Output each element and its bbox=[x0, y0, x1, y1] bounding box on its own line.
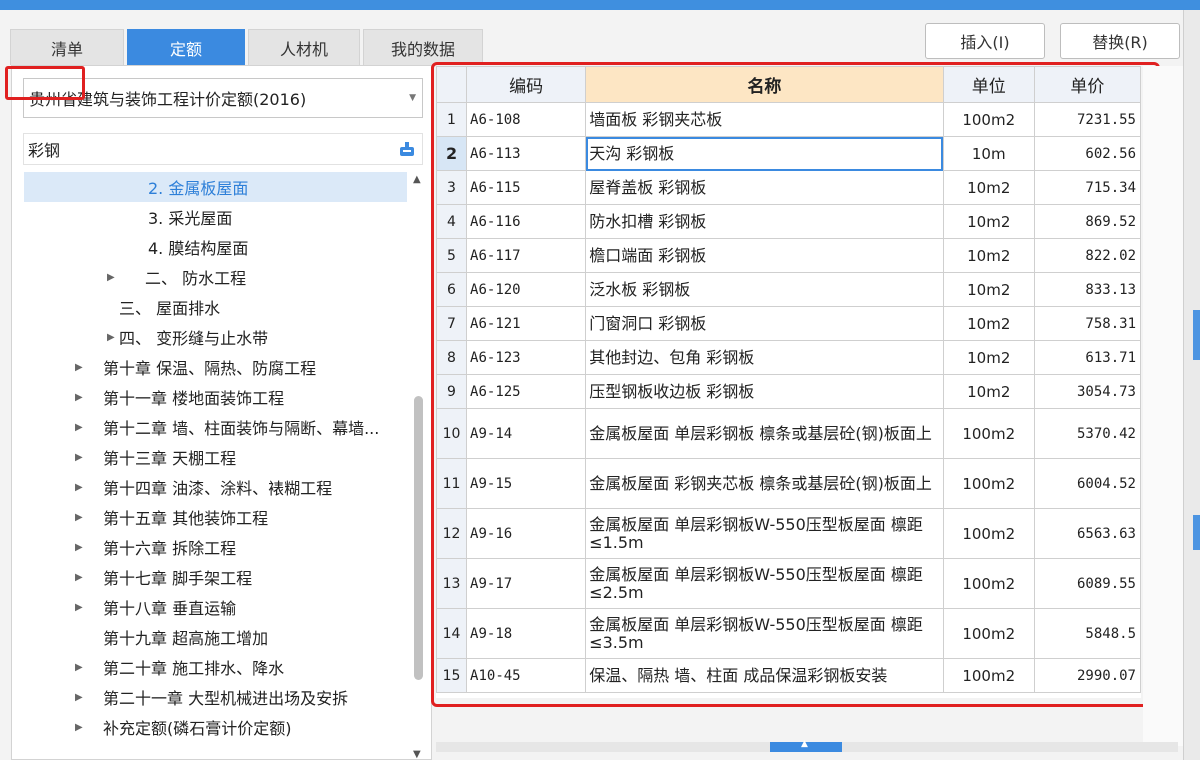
expand-arrow-icon[interactable]: ▶ bbox=[75, 482, 83, 493]
scroll-down-icon[interactable]: ▼ bbox=[413, 749, 421, 760]
expand-arrow-icon[interactable]: ▶ bbox=[107, 272, 115, 283]
right-edge-panel bbox=[1183, 10, 1200, 760]
tree-item-label: 第十八章 垂直运输 bbox=[103, 599, 237, 618]
tab-labor-material-machine[interactable]: 人材机 bbox=[248, 29, 360, 65]
tree-item[interactable]: 4. 膜结构屋面 bbox=[24, 232, 407, 262]
expand-arrow-icon[interactable]: ▶ bbox=[75, 452, 83, 463]
tree-item-label: 第十二章 墙、柱面装饰与隔断、幕墙... bbox=[103, 419, 380, 438]
tree-item-label: 第十五章 其他装饰工程 bbox=[103, 509, 269, 528]
search-input-value: 彩钢 bbox=[28, 141, 61, 160]
tree-item[interactable]: ▶ 四、 变形缝与止水带 bbox=[24, 322, 407, 352]
chevron-down-icon: ▼ bbox=[409, 93, 416, 103]
expand-arrow-icon[interactable]: ▶ bbox=[75, 512, 83, 523]
tree-item[interactable]: ▶ 第十一章 楼地面装饰工程 bbox=[24, 382, 407, 412]
expand-arrow-icon[interactable]: ▶ bbox=[75, 572, 83, 583]
expand-arrow-icon[interactable]: ▶ bbox=[75, 602, 83, 613]
tree-item[interactable]: ▶ 第十四章 油漆、涂料、裱糊工程 bbox=[24, 472, 407, 502]
expand-arrow-icon[interactable]: ▶ bbox=[75, 422, 83, 433]
tree-item-label: 二、 防水工程 bbox=[145, 269, 247, 288]
tab-bill[interactable]: 清单 bbox=[10, 29, 124, 65]
table-highlight-box bbox=[431, 62, 1160, 707]
chapter-tree: 2. 金属板屋面 3. 采光屋面 4. 膜结构屋面 ▶ 二、 防水工程三、 屋面排水 ▶ 四… bbox=[12, 172, 407, 752]
scroll-up-icon[interactable]: ▲ bbox=[413, 174, 421, 185]
expand-arrow-icon[interactable]: ▶ bbox=[75, 362, 83, 373]
tree-item[interactable]: ▶ 第十三章 天棚工程 bbox=[24, 442, 407, 472]
tree-item[interactable]: 第十九章 超高施工增加 bbox=[24, 622, 407, 652]
tree-item-label: 第十四章 油漆、涂料、裱糊工程 bbox=[103, 479, 333, 498]
tree-item[interactable]: ▶ 二、 防水工程 bbox=[24, 262, 407, 292]
tree-item[interactable]: ▶ 第十八章 垂直运输 bbox=[24, 592, 407, 622]
tree-item-label: 第十六章 拆除工程 bbox=[103, 539, 237, 558]
tree-item[interactable]: 3. 采光屋面 bbox=[24, 202, 407, 232]
tab-label: 定额 bbox=[169, 39, 202, 59]
tree-item-label: 4. 膜结构屋面 bbox=[148, 239, 249, 258]
panel-blank-area bbox=[1143, 66, 1183, 746]
tree-item-label: 第十七章 脚手架工程 bbox=[103, 569, 253, 588]
expand-arrow-icon[interactable]: ▶ bbox=[75, 392, 83, 403]
quota-library-panel: 贵州省建筑与装饰工程计价定额(2016) ▼ 彩钢 2. 金属板屋面 3. 采光屋… bbox=[11, 65, 432, 760]
search-highlight-box bbox=[5, 66, 85, 100]
edge-accent-mark bbox=[1193, 310, 1200, 360]
chevron-up-icon: ▲ bbox=[801, 739, 808, 749]
tab-label: 我的数据 bbox=[390, 39, 455, 59]
tree-item-label: 三、 屋面排水 bbox=[119, 299, 221, 318]
tab-quota[interactable]: 定额 bbox=[127, 29, 245, 65]
tree-item[interactable]: 三、 屋面排水 bbox=[24, 292, 407, 322]
tree-item-label: 3. 采光屋面 bbox=[148, 209, 233, 228]
tree-item-label: 补充定额(磷石膏计价定额) bbox=[103, 719, 292, 738]
tree-item-label: 第十章 保温、隔热、防腐工程 bbox=[103, 359, 317, 378]
library-tabs: 清单 定额 人材机 我的数据 bbox=[10, 29, 486, 65]
expand-arrow-icon[interactable]: ▶ bbox=[75, 692, 83, 703]
tree-item[interactable]: ▶ 第十七章 脚手架工程 bbox=[24, 562, 407, 592]
splitter-handle[interactable]: ▲ bbox=[770, 739, 842, 752]
tree-item-label: 第十九章 超高施工增加 bbox=[103, 629, 269, 648]
tree-item[interactable]: ▶ 第十章 保温、隔热、防腐工程 bbox=[24, 352, 407, 382]
expand-arrow-icon[interactable]: ▶ bbox=[75, 662, 83, 673]
table-hscroll[interactable]: ▲ bbox=[436, 739, 1178, 752]
tree-item[interactable]: ▶ 补充定额(磷石膏计价定额) bbox=[24, 712, 407, 742]
locate-icon[interactable] bbox=[398, 140, 416, 158]
scrollbar-thumb[interactable] bbox=[414, 396, 423, 680]
expand-arrow-icon[interactable]: ▶ bbox=[75, 542, 83, 553]
tab-label: 人材机 bbox=[279, 39, 328, 59]
tree-item-label: 第二十一章 大型机械进出场及安拆 bbox=[103, 689, 349, 708]
expand-arrow-icon[interactable]: ▶ bbox=[107, 332, 115, 343]
tree-item[interactable]: ▶ 第十二章 墙、柱面装饰与隔断、幕墙... bbox=[24, 412, 407, 442]
tree-item-label: 第十一章 楼地面装饰工程 bbox=[103, 389, 285, 408]
tree-item-label: 第二十章 施工排水、降水 bbox=[103, 659, 285, 678]
insert-button[interactable]: 插入(I) bbox=[925, 23, 1045, 59]
tree-item-label: 四、 变形缝与止水带 bbox=[119, 329, 269, 348]
tab-my-data[interactable]: 我的数据 bbox=[363, 29, 483, 65]
tree-item[interactable]: ▶ 第十五章 其他装饰工程 bbox=[24, 502, 407, 532]
tree-item[interactable]: ▶ 第十六章 拆除工程 bbox=[24, 532, 407, 562]
search-field[interactable]: 彩钢 bbox=[23, 133, 423, 165]
tab-label: 清单 bbox=[50, 39, 83, 59]
window-top-bar bbox=[0, 0, 1200, 10]
tree-item[interactable]: ▶ 第二十章 施工排水、降水 bbox=[24, 652, 407, 682]
edge-accent-mark bbox=[1193, 515, 1200, 550]
tree-item[interactable]: ▶ 第二十一章 大型机械进出场及安拆 bbox=[24, 682, 407, 712]
expand-arrow-icon[interactable]: ▶ bbox=[75, 722, 83, 733]
replace-button[interactable]: 替换(R) bbox=[1060, 23, 1180, 59]
tree-item-label: 第十三章 天棚工程 bbox=[103, 449, 237, 468]
tree-item-label: 2. 金属板屋面 bbox=[148, 179, 249, 198]
tree-item[interactable]: 2. 金属板屋面 bbox=[24, 172, 407, 202]
tree-scrollbar[interactable]: ▲ ▼ bbox=[409, 174, 429, 760]
